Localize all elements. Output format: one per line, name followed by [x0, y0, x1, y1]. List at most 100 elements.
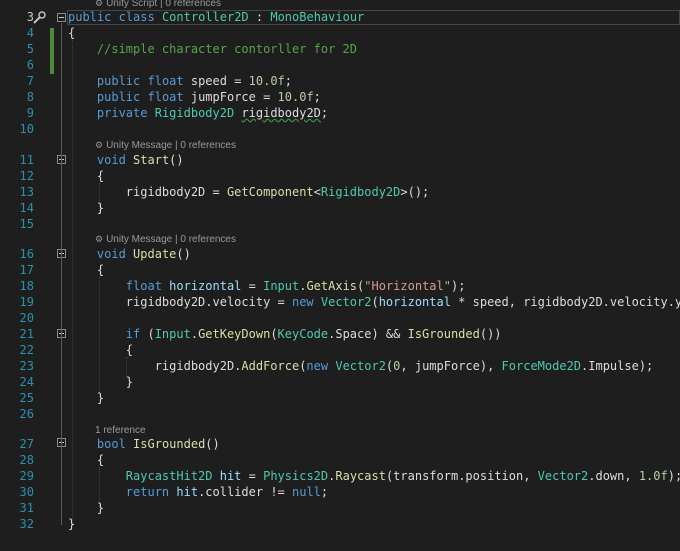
code-token: Controller2D [161, 10, 249, 24]
code-token: public [96, 74, 141, 88]
code-token: "Horizontal" [364, 279, 451, 293]
line-number: 29 [19, 469, 34, 483]
line-number: 6 [26, 58, 34, 72]
code-token: rigidbody2D. [68, 359, 242, 373]
code-line[interactable]: void Update() [68, 247, 191, 261]
code-line[interactable]: { [68, 453, 104, 467]
code-line[interactable]: rigidbody2D.velocity = new Vector2(horiz… [68, 295, 680, 309]
codelens-isgrounded[interactable]: 1 reference [95, 425, 146, 436]
code-token: GetAxis [306, 279, 358, 293]
unity-icon: ⚙ [95, 234, 104, 244]
code-line[interactable]: private Rigidbody2D rigidbody2D; [68, 106, 328, 120]
code-line[interactable]: void Start() [68, 153, 184, 167]
code-token: ; [313, 90, 321, 104]
code-token: MonoBehaviour [270, 10, 365, 24]
code-line[interactable]: public float speed = 10.0f; [68, 74, 292, 88]
code-token: } [68, 375, 134, 389]
code-line[interactable]: if (Input.GetKeyDown(KeyCode.Space) && I… [68, 327, 502, 341]
code-token: Update [133, 247, 177, 261]
code-line[interactable]: } [68, 391, 104, 405]
line-number: 21 [19, 327, 34, 341]
code-token: ( [270, 327, 278, 341]
code-token: () [205, 437, 220, 451]
code-token: public [68, 10, 112, 24]
code-line[interactable]: bool IsGrounded() [68, 437, 220, 451]
code-token: KeyCode [277, 327, 329, 341]
code-line[interactable]: public class Controller2D : MonoBehaviou… [68, 10, 364, 24]
line-number: 25 [19, 391, 34, 405]
code-token: Input [263, 279, 300, 293]
line-number: 24 [19, 375, 34, 389]
code-line[interactable]: { [68, 169, 104, 183]
line-number: 30 [19, 485, 34, 499]
line-number: 23 [19, 359, 34, 373]
line-number: 27 [19, 437, 34, 451]
code-token: () [176, 247, 191, 261]
line-number: 31 [19, 501, 34, 515]
code-line[interactable]: { [68, 26, 75, 40]
codelens-start[interactable]: ⚙ Unity Message | 0 references [95, 140, 236, 151]
code-line[interactable]: { [68, 343, 133, 357]
code-token: void [96, 153, 126, 167]
code-token: 1.0f [638, 469, 668, 483]
line-number: 26 [19, 407, 34, 421]
code-line[interactable]: rigidbody2D.AddForce(new Vector2(0, jump… [68, 359, 654, 373]
codelens-update[interactable]: ⚙ Unity Message | 0 references [95, 234, 236, 245]
code-token: ; [320, 485, 329, 499]
code-line[interactable]: rigidbody2D = GetComponent<Rigidbody2D>(… [68, 185, 429, 199]
code-line[interactable]: float horizontal = Input.GetAxis("Horizo… [68, 279, 466, 293]
code-line[interactable]: RaycastHit2D hit = Physics2D.Raycast(tra… [68, 469, 680, 483]
code-token: Input [154, 327, 191, 341]
code-token: Physics2D [263, 469, 329, 483]
code-token: private [96, 106, 148, 120]
code-line[interactable]: { [68, 263, 104, 277]
code-line[interactable]: public float jumpForce = 10.0f; [68, 90, 321, 104]
line-number: 13 [19, 185, 34, 199]
code-token: rigidbody2D [241, 106, 321, 120]
code-token: class [118, 10, 155, 24]
code-line[interactable]: } [68, 501, 104, 515]
code-line[interactable]: return hit.collider != null; [68, 485, 328, 499]
code-token: void [96, 247, 126, 261]
quick-actions-icon[interactable] [32, 11, 46, 25]
code-line[interactable]: } [68, 517, 75, 531]
code-token: .down, [588, 469, 639, 483]
code-token: (transform.position, [385, 469, 538, 483]
code-token: { [68, 169, 105, 183]
code-token: = [241, 469, 264, 483]
code-line[interactable]: //simple character contorller for 2D [68, 42, 357, 56]
code-token: rigidbody2D.velocity = [68, 295, 292, 309]
code-line[interactable]: } [68, 375, 133, 389]
code-token: { [68, 26, 76, 40]
code-token: hit [219, 469, 242, 483]
code-token: } [68, 517, 76, 531]
codelens-class[interactable]: ⚙ Unity Script | 0 references [95, 0, 221, 9]
line-number: 8 [26, 90, 34, 104]
code-token: float [125, 279, 162, 293]
code-token: : [248, 10, 271, 24]
code-token: * speed, rigidbody2D.velocity.y); [450, 295, 680, 309]
code-editor[interactable]: ⚙ Unity Script | 0 references ⚙ Unity Mess… [0, 0, 680, 551]
code-line[interactable]: } [68, 201, 104, 215]
code-token: Raycast [335, 469, 386, 483]
code-token: } [68, 201, 105, 215]
line-number: 32 [19, 517, 34, 531]
code-token: .Impulse); [581, 359, 654, 373]
code-token: >(); [400, 185, 430, 199]
fold-range-line [61, 23, 62, 525]
code-token: IsGrounded [407, 327, 480, 341]
code-token: Rigidbody2D [320, 185, 401, 199]
line-number: 28 [19, 453, 34, 467]
fold-toggle-class[interactable] [57, 13, 66, 22]
code-token: .collider != [198, 485, 292, 499]
